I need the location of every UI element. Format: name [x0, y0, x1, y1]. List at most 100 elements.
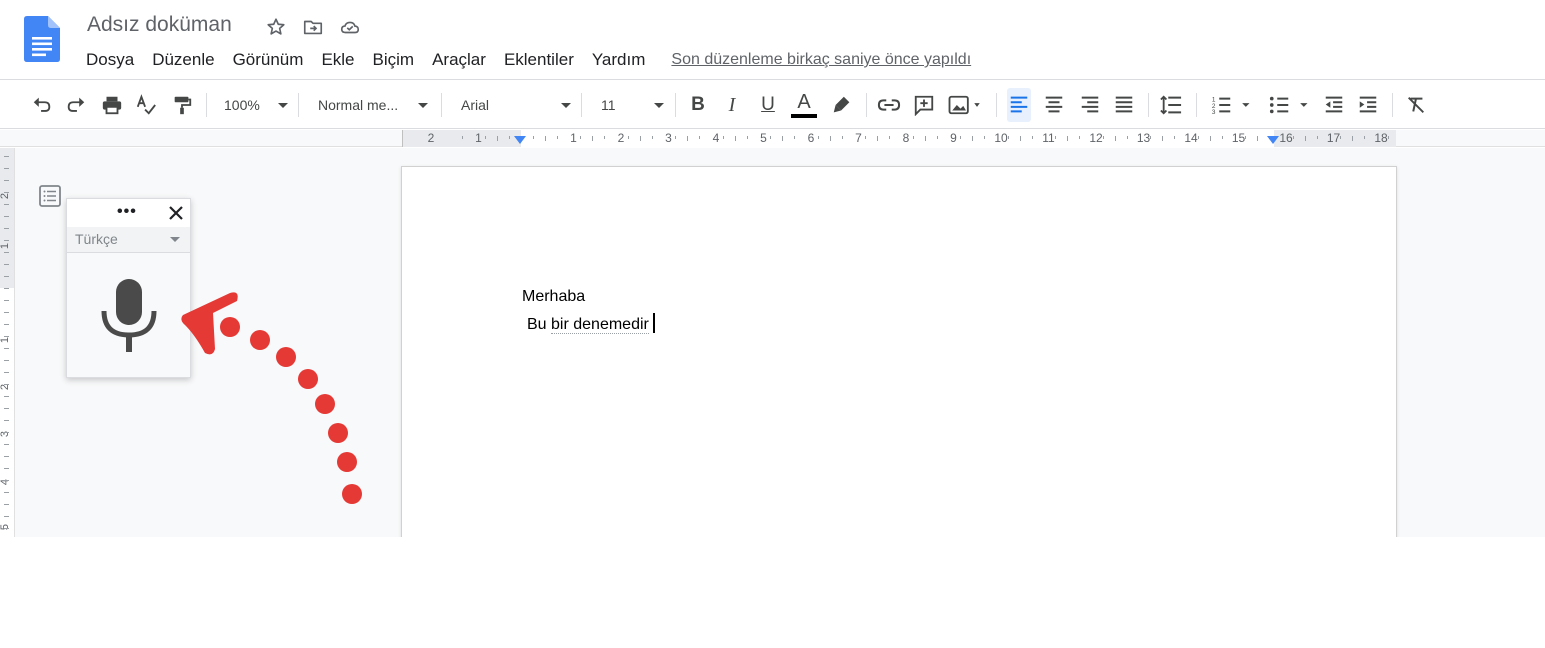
toolbar-separator — [1196, 93, 1197, 117]
font-select[interactable]: Arial — [461, 93, 571, 117]
zoom-select[interactable]: 100% — [224, 93, 288, 117]
vertical-ruler-tick — [4, 156, 9, 157]
menu-format[interactable]: Biçim — [373, 50, 415, 70]
ruler-tick — [1209, 136, 1211, 141]
ruler-tick — [580, 136, 582, 139]
ruler-tick — [1102, 136, 1104, 139]
left-indent-marker[interactable] — [514, 136, 526, 144]
voice-language-select[interactable]: Türkçe — [67, 227, 190, 253]
toolbar-separator — [1392, 93, 1393, 117]
document-line[interactable]: Bu bir denemedir — [527, 313, 655, 334]
vertical-ruler-tick — [4, 348, 9, 349]
ruler-number: 2 — [617, 131, 625, 145]
vertical-ruler-tick — [4, 372, 9, 373]
blank-area — [0, 537, 1545, 648]
ruler-tick — [604, 136, 606, 139]
ruler-tick — [1126, 136, 1128, 139]
menu-view[interactable]: Görünüm — [233, 50, 304, 70]
redo-icon[interactable] — [64, 93, 88, 117]
document-page[interactable]: Merhaba Bu bir denemedir — [402, 167, 1396, 547]
ruler-tick — [1067, 136, 1069, 141]
grammar-suggestion-text[interactable]: bir denemedir — [551, 316, 649, 334]
print-icon[interactable] — [100, 93, 124, 117]
increase-indent-icon[interactable] — [1356, 93, 1380, 117]
underline-icon[interactable]: U — [756, 93, 780, 117]
document-outline-icon[interactable] — [38, 184, 62, 208]
star-icon[interactable] — [265, 16, 287, 38]
ruler-tick — [865, 136, 867, 139]
microphone-icon[interactable] — [100, 277, 158, 355]
toolbar-separator — [298, 93, 299, 117]
align-left-icon[interactable] — [1007, 88, 1031, 122]
right-indent-marker[interactable] — [1267, 136, 1279, 144]
ruler-tick — [651, 136, 653, 139]
ruler-number: 13 — [1136, 131, 1151, 145]
numbered-list-icon[interactable]: 123 — [1208, 93, 1258, 117]
menu-tools[interactable]: Araçlar — [432, 50, 486, 70]
paragraph-style-select[interactable]: Normal me... — [318, 93, 428, 117]
ruler-number: 18 — [1374, 131, 1388, 145]
voice-microphone-area[interactable] — [67, 253, 190, 377]
text-color-icon[interactable]: A — [790, 89, 818, 121]
ruler-tick — [924, 136, 926, 141]
vertical-ruler-tick — [4, 300, 9, 301]
paint-format-icon[interactable] — [170, 93, 194, 117]
chevron-down-icon — [561, 103, 571, 108]
ruler-tick — [1387, 136, 1389, 139]
bold-icon[interactable]: B — [686, 93, 710, 117]
vertical-ruler[interactable]: 2112345 — [0, 148, 15, 537]
menu-help[interactable]: Yardım — [592, 50, 646, 70]
ruler-tick — [556, 136, 558, 139]
italic-icon[interactable]: I — [720, 93, 744, 117]
ruler-tick — [1019, 136, 1021, 141]
image-icon[interactable] — [946, 93, 986, 117]
ruler-tick — [746, 136, 748, 139]
font-size-select[interactable]: 11 — [601, 93, 664, 117]
ruler-number: 7 — [855, 131, 862, 145]
justify-icon[interactable] — [1112, 93, 1136, 117]
vertical-ruler-tick — [4, 528, 9, 529]
more-options-icon[interactable]: ••• — [117, 203, 137, 221]
ruler-tick — [817, 136, 819, 139]
ruler-tick — [1245, 136, 1247, 139]
horizontal-ruler[interactable]: 2 1 1 2 3 4 5 6 7 8 9 10 11 12 13 14 15 16 17 18 — [402, 130, 1396, 147]
menu-addons[interactable]: Eklentiler — [504, 50, 574, 70]
line-spacing-icon[interactable] — [1158, 93, 1184, 117]
comment-icon[interactable] — [912, 93, 936, 117]
clear-formatting-icon[interactable] — [1404, 93, 1428, 117]
ruler-tick — [984, 136, 986, 139]
vertical-ruler-tick — [4, 312, 9, 313]
vertical-ruler-tick — [4, 252, 9, 253]
align-center-icon[interactable] — [1042, 93, 1066, 117]
document-title[interactable]: Adsız doküman — [87, 13, 232, 37]
toolbar-separator — [996, 93, 997, 117]
undo-icon[interactable] — [30, 93, 54, 117]
voice-typing-header[interactable]: ••• — [67, 199, 190, 227]
document-word: Bu — [527, 316, 552, 333]
ruler-number: 3 — [665, 131, 672, 145]
ruler-tick — [841, 136, 843, 139]
ruler-number: 6 — [807, 131, 815, 145]
ruler-tick — [592, 136, 594, 141]
vertical-ruler-margin — [0, 148, 14, 288]
ruler-tick — [770, 136, 772, 139]
menu-insert[interactable]: Ekle — [321, 50, 354, 70]
align-right-icon[interactable] — [1078, 93, 1102, 117]
close-icon[interactable] — [167, 204, 185, 222]
document-line[interactable]: Merhaba — [522, 288, 585, 306]
spellcheck-icon[interactable] — [134, 93, 158, 117]
decrease-indent-icon[interactable] — [1322, 93, 1346, 117]
menu-file[interactable]: Dosya — [86, 50, 134, 70]
toolbar: 100% Normal me... Arial 11 B I U A 123 — [0, 81, 1545, 129]
ruler-tick — [1114, 136, 1116, 141]
link-icon[interactable] — [876, 93, 902, 117]
last-edit-link[interactable]: Son düzenleme birkaç saniye önce yapıldı — [671, 51, 971, 69]
cloud-saved-icon[interactable] — [339, 16, 361, 38]
highlight-icon[interactable] — [830, 93, 854, 117]
docs-logo-icon[interactable] — [24, 16, 60, 62]
text-cursor — [652, 313, 655, 333]
move-to-folder-icon[interactable] — [302, 16, 324, 38]
bulleted-list-icon[interactable] — [1266, 93, 1316, 117]
menu-edit[interactable]: Düzenle — [152, 50, 214, 70]
menu-bar: Dosya Düzenle Görünüm Ekle Biçim Araçlar… — [86, 48, 971, 72]
